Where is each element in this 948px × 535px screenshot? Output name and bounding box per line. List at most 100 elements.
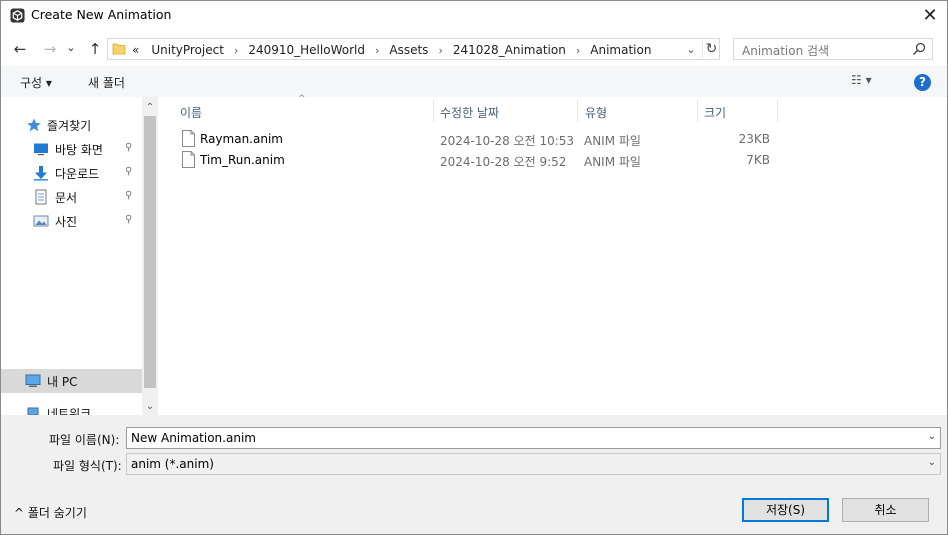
search-placeholder: Animation 검색 <box>742 44 830 58</box>
file-name: Rayman.anim <box>200 132 283 146</box>
address-bar[interactable]: « UnityProject › 240910_HelloWorld › Ass… <box>107 38 720 60</box>
file-name: Tim_Run.anim <box>200 153 285 167</box>
forward-arrow-icon: → <box>43 40 57 58</box>
view-options-button[interactable]: ☷ ▾ <box>851 73 872 87</box>
file-size: 7KB <box>746 153 770 167</box>
pin-icon: ⚲ <box>125 214 133 225</box>
file-icon <box>182 151 195 168</box>
sort-ascending-icon: ^ <box>298 94 306 104</box>
breadcrumb-separator-icon[interactable]: › <box>228 44 244 57</box>
sidebar-item-label: 네트워크 <box>47 407 92 415</box>
filetype-label: 파일 형식(T): <box>53 459 122 473</box>
breadcrumb: « UnityProject › 240910_HelloWorld › Ass… <box>132 41 655 59</box>
organize-button[interactable]: 구성 ▾ <box>20 74 52 91</box>
back-arrow-icon: ← <box>13 40 27 58</box>
unity-icon <box>10 8 25 23</box>
chevron-down-icon: ⌄ <box>686 43 696 56</box>
view-list-icon: ☷ ▾ <box>851 73 872 87</box>
forward-button[interactable]: → <box>40 39 60 59</box>
file-type: ANIM 파일 <box>584 134 641 148</box>
chevron-down-icon: ⌄ <box>927 457 936 468</box>
breadcrumb-separator-icon[interactable]: › <box>369 44 385 57</box>
breadcrumb-item[interactable]: Animation <box>586 43 655 57</box>
refresh-icon: ↻ <box>705 41 718 57</box>
sidebar-item-label: 다운로드 <box>55 167 100 181</box>
up-button[interactable]: ↑ <box>85 39 105 59</box>
close-button[interactable]: ✕ <box>916 3 944 29</box>
search-input[interactable]: Animation 검색 <box>733 38 933 60</box>
chevron-down-icon: ⌄ <box>66 41 76 54</box>
address-dropdown-button[interactable]: ⌄ <box>684 42 698 58</box>
network-icon <box>27 407 39 415</box>
window-title: Create New Animation <box>31 7 172 22</box>
sidebar-item-network[interactable]: 네트워크 <box>1 401 142 415</box>
sidebar-item-label: 바탕 화면 <box>55 143 103 157</box>
filename-input[interactable]: New Animation.anim ⌄ <box>126 427 941 449</box>
sidebar-item-pictures[interactable]: 사진 ⚲ <box>1 209 142 233</box>
column-header-date[interactable]: 수정한 날짜 <box>440 104 499 122</box>
sidebar-item-label: 즐겨찾기 <box>47 119 92 133</box>
save-button[interactable]: 저장(S) <box>742 498 829 522</box>
hide-folders-button[interactable]: ^ 폴더 숨기기 <box>14 504 87 521</box>
new-folder-button[interactable]: 새 폴더 <box>88 74 125 91</box>
desktop-icon <box>34 143 48 156</box>
breadcrumb-item[interactable]: UnityProject <box>147 43 228 57</box>
column-divider[interactable] <box>577 100 578 122</box>
refresh-button[interactable]: ↻ <box>702 40 720 58</box>
breadcrumb-item[interactable]: 241028_Animation <box>449 43 570 57</box>
file-icon <box>182 130 195 147</box>
breadcrumb-item[interactable]: 240910_HelloWorld <box>244 43 369 57</box>
scroll-up-button[interactable]: ⌃ <box>142 99 158 117</box>
column-divider[interactable] <box>697 100 698 122</box>
chevron-down-icon: ⌄ <box>145 401 155 412</box>
pin-icon: ⚲ <box>125 166 133 177</box>
file-date: 2024-10-28 오전 9:52 <box>440 155 567 169</box>
up-arrow-icon: ↑ <box>88 40 102 58</box>
sidebar-item-desktop[interactable]: 바탕 화면 ⚲ <box>1 137 142 161</box>
file-type: ANIM 파일 <box>584 155 641 169</box>
filename-label: 파일 이름(N): <box>49 433 120 447</box>
close-icon: ✕ <box>922 5 938 26</box>
file-size: 23KB <box>738 132 770 146</box>
scroll-down-button[interactable]: ⌄ <box>142 398 158 416</box>
filename-value: New Animation.anim <box>131 431 256 445</box>
filetype-value: anim (*.anim) <box>131 457 214 471</box>
cancel-button[interactable]: 취소 <box>842 498 929 522</box>
sidebar-item-label: 내 PC <box>47 375 78 389</box>
sidebar-item-quick-access[interactable]: 즐겨찾기 <box>1 113 142 137</box>
column-divider[interactable] <box>433 100 434 122</box>
help-button[interactable]: ? <box>914 74 931 91</box>
document-icon <box>35 189 47 205</box>
filetype-select[interactable]: anim (*.anim) ⌄ <box>126 453 941 475</box>
file-row[interactable]: Rayman.anim 2024-10-28 오전 10:53 ANIM 파일 … <box>176 129 776 150</box>
scrollbar-thumb[interactable] <box>144 116 156 388</box>
column-header-size[interactable]: 크기 <box>704 104 726 122</box>
navigation-pane: 즐겨찾기 바탕 화면 ⚲ 다운로드 ⚲ 문서 ⚲ 사진 ⚲ 내 PC 네트워크 <box>1 97 142 415</box>
sidebar-item-label: 사진 <box>55 215 78 229</box>
download-icon <box>34 166 48 181</box>
pin-icon: ⚲ <box>125 142 133 153</box>
column-header-name[interactable]: 이름 <box>180 104 202 122</box>
file-row[interactable]: Tim_Run.anim 2024-10-28 오전 9:52 ANIM 파일 … <box>176 150 776 171</box>
file-date: 2024-10-28 오전 10:53 <box>440 134 575 148</box>
breadcrumb-separator-icon[interactable]: › <box>432 44 448 57</box>
back-button[interactable]: ← <box>10 39 30 59</box>
column-header-type[interactable]: 유형 <box>585 104 607 122</box>
search-icon <box>912 42 926 56</box>
address-overflow-button[interactable]: « <box>132 43 147 57</box>
pc-icon <box>25 374 41 387</box>
command-toolbar <box>1 66 947 97</box>
sidebar-item-label: 문서 <box>55 191 78 205</box>
sidebar-item-downloads[interactable]: 다운로드 ⚲ <box>1 161 142 185</box>
breadcrumb-item[interactable]: Assets <box>385 43 432 57</box>
breadcrumb-separator-icon[interactable]: › <box>570 44 586 57</box>
pictures-icon <box>33 215 49 227</box>
star-icon <box>27 118 41 132</box>
column-divider[interactable] <box>777 100 778 122</box>
sidebar-item-this-pc[interactable]: 내 PC <box>1 369 142 393</box>
recent-locations-button[interactable]: ⌄ <box>64 38 78 58</box>
sidebar-item-documents[interactable]: 문서 ⚲ <box>1 185 142 209</box>
chevron-down-icon[interactable]: ⌄ <box>928 431 936 442</box>
folder-icon <box>112 43 126 55</box>
pin-icon: ⚲ <box>125 190 133 201</box>
